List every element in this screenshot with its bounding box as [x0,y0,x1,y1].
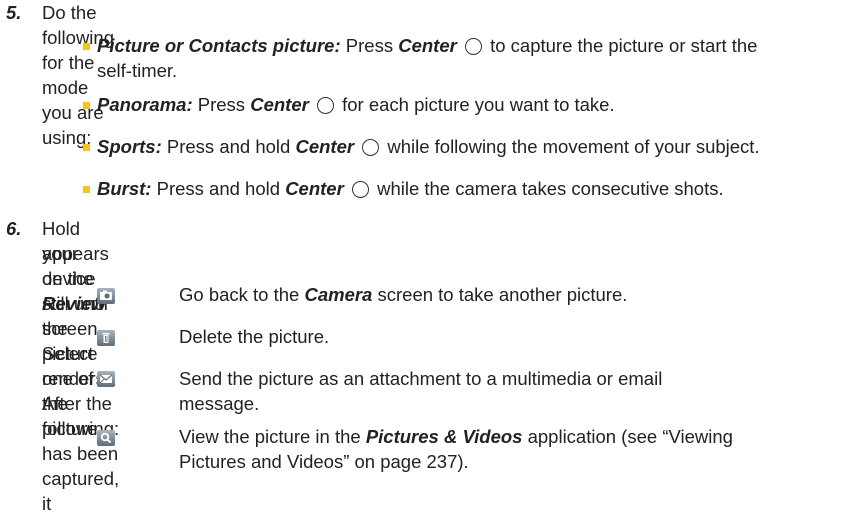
bullet [83,186,90,193]
bullet [83,144,90,151]
envelope-icon [97,371,115,387]
option-view: View the picture in the Pictures & Video… [179,426,733,447]
camera-icon [97,288,115,304]
mode-label: Burst: [97,178,152,199]
option-camera: Go back to the Camera screen to take ano… [179,284,628,305]
option-send: Send the picture as an attachment to a m… [179,368,663,389]
mode-label: Sports: [97,136,162,157]
mode-item-picture-cont: self-timer. [97,60,178,81]
step-number: 5. [6,2,22,23]
option-send-cont: message. [179,393,260,414]
mode-label: Picture or Contacts picture: [97,35,341,56]
center-key-icon [351,181,369,198]
mode-item-sports: Sports: Press and hold Center while foll… [97,136,760,157]
mode-item-picture: Picture or Contacts picture: Press Cente… [97,35,758,56]
option-view-cont: Pictures and Videos” on page 237). [179,451,469,472]
key-name: Center [250,94,309,115]
bullet [83,43,90,50]
step-number: 6. [6,218,22,239]
app-name: Pictures & Videos [365,426,523,447]
magnifier-icon [97,430,115,446]
key-name: Center [398,35,457,56]
key-name: Center [295,136,355,157]
center-key-icon [362,139,380,156]
mode-item-panorama: Panorama: Press Center for each picture … [97,94,615,115]
mode-label: Panorama: [97,94,193,115]
screen-name: Camera [304,284,373,305]
mode-item-burst: Burst: Press and hold Center while the c… [97,178,724,199]
key-name: Center [285,178,344,199]
option-delete: Delete the picture. [179,326,330,347]
trash-icon [97,330,115,346]
center-key-icon [316,97,334,114]
bullet [83,102,90,109]
center-key-icon [464,38,482,55]
